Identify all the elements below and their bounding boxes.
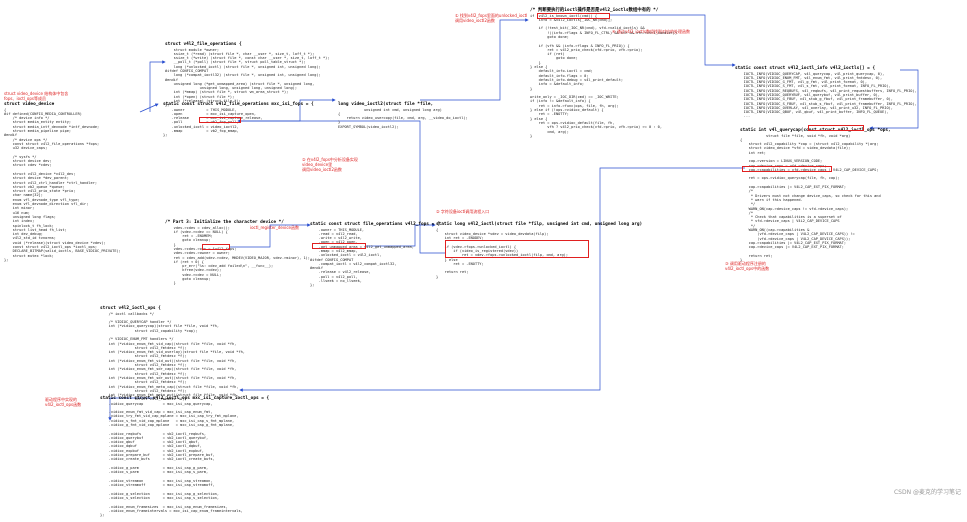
block-title: static const struct v4l2_ioctl_ops mxc_i…: [100, 396, 270, 402]
highlight-querycap-name: [808, 125, 864, 131]
video-ioctl2-block: long video_ioctl2(struct file *file, uns…: [338, 98, 468, 133]
v4l2-ioctls-block: static const struct v4l2_ioctl_info v4l2…: [735, 62, 917, 123]
highlight-v4l2-ioctl-entry: [312, 243, 366, 249]
highlight-known-ioctl: [537, 13, 610, 19]
block-body: vdev->cdev = cdev_alloc(); if (vdev->cde…: [173, 225, 310, 286]
block-body: unsigned int cmd, unsigned long arg) { r…: [338, 107, 468, 129]
video-do-ioctl-block: /* 判断要执行的ioctl操作是否是v4l2_ioctls数组中有的 */if…: [530, 4, 677, 142]
block-body: .vidioc_querycap = mxc_isi_cap_querycap,…: [100, 401, 243, 518]
highlight-v4l2-fops: [202, 244, 230, 250]
mxc-isi-ioctl-ops-block: static const struct v4l2_ioctl_ops mxc_i…: [100, 392, 269, 522]
highlight-fops-unlocked-ioctl-call: [445, 240, 589, 258]
annotation-4: ioctl_register_device函数: [250, 225, 300, 230]
v4l2-fops-block: static const struct file_operations v4l2…: [310, 218, 440, 292]
highlight-vidioc-querycap-call: [742, 166, 832, 172]
v4l-querycap-block: static int v4l_querycap(const struct v4l…: [740, 124, 891, 267]
block-title: static const struct file_operations v4l2…: [310, 222, 440, 228]
arrow-fops-to-mxc-isi-fops: [139, 103, 159, 113]
block-body: struct file *file, void *fh, void *arg) …: [740, 133, 881, 263]
arrow-video-ioctl2-to-do-ioctl: [420, 18, 529, 101]
block-body: IOCTL_INFO(VIDIOC_QUERYCAP, v4l_querycap…: [743, 71, 917, 119]
annotation-1: ① 找到v4l2_fops里面的unlocked_ioctl 调用video_i…: [455, 13, 528, 23]
block-title: static const struct v4l2_file_operations…: [163, 102, 314, 108]
highlight-unlocked-ioctl: [199, 117, 241, 123]
annotation-6: ④ 通过v4l2_ioctls数组找到对应的处理函数: [612, 29, 690, 34]
block-title: static long v4l2_ioctl(struct file *filp…: [436, 222, 643, 228]
annotation-2: ② 在v4l2_fops中分析设备实现 video_device里 调用vide…: [302, 157, 358, 172]
block-body: .owner = THIS_MODULE, .read = v4l2_read,…: [310, 227, 414, 288]
annotation-8: struct video_device 结构体中包含 fops、ioctl_op…: [4, 91, 69, 101]
video-device-block: struct video_device{ #if defined(CONFIG_…: [4, 98, 121, 266]
watermark: CSDN @麦克的学习笔记: [893, 489, 961, 496]
annotation-5: ③ 调用驱动程序注册的 v4l2_ioctl_ops中的函数: [725, 261, 770, 271]
annotation-7: 驱动程序中实现的 v4l2_ioctl_ops函数: [45, 397, 82, 407]
block-body: { #if defined(CONFIG_MEDIA_CONTROLLER) /…: [4, 107, 121, 262]
annotation-3: ② 字符设备ioctl调用流程入口: [436, 209, 490, 214]
